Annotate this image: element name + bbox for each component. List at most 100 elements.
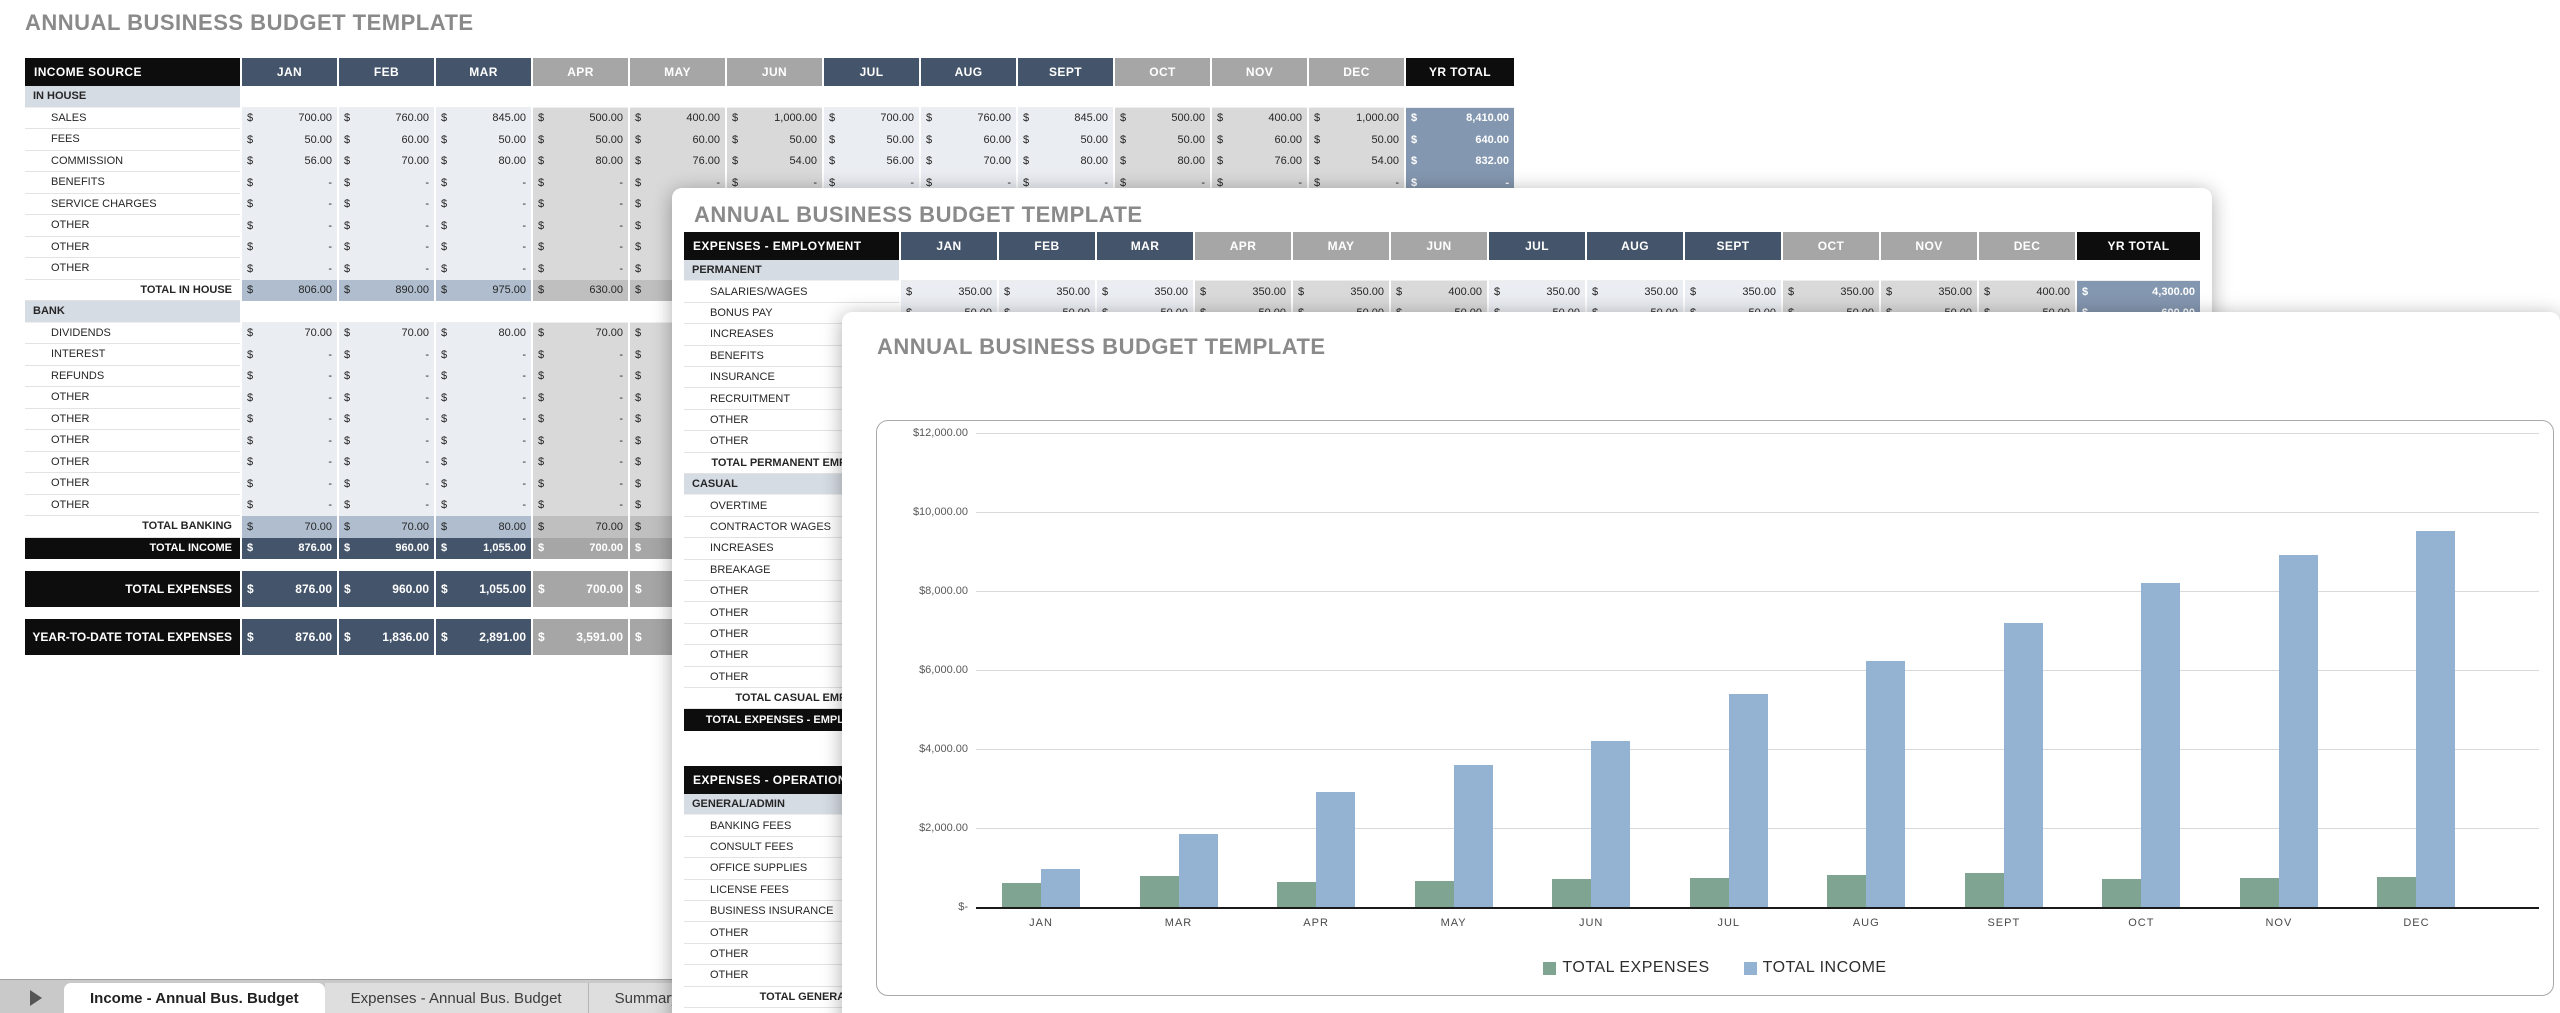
value-cell[interactable]: $ - — [436, 473, 531, 495]
value-cell[interactable]: $ - — [339, 473, 434, 495]
row-label[interactable]: PERMANENT — [684, 260, 899, 282]
value-cell[interactable] — [242, 86, 337, 108]
value-cell[interactable]: $350.00 — [1783, 281, 1879, 303]
value-cell[interactable] — [1293, 260, 1389, 282]
value-cell[interactable]: $80.00 — [533, 150, 628, 172]
value-cell[interactable]: $ - — [533, 408, 628, 430]
value-cell[interactable]: $80.00 — [1018, 150, 1113, 172]
value-cell[interactable]: $56.00 — [242, 150, 337, 172]
tab-scroll-arrow-icon[interactable] — [30, 990, 42, 1006]
value-cell[interactable]: $50.00 — [824, 129, 919, 151]
value-cell[interactable]: $ - — [339, 430, 434, 452]
value-cell[interactable]: $60.00 — [921, 129, 1016, 151]
value-cell[interactable]: $350.00 — [999, 281, 1095, 303]
value-cell[interactable]: $ - — [242, 451, 337, 473]
yr-total-cell[interactable]: $8,410.00 — [1406, 107, 1514, 129]
value-cell[interactable]: $ - — [533, 172, 628, 194]
value-cell[interactable]: $ - — [533, 258, 628, 280]
row-label[interactable]: OTHER — [25, 258, 240, 280]
value-cell[interactable]: $70.00 — [242, 516, 337, 538]
value-cell[interactable] — [921, 86, 1016, 108]
value-cell[interactable] — [436, 86, 531, 108]
value-cell[interactable]: $ - — [242, 430, 337, 452]
value-cell[interactable]: $ - — [339, 451, 434, 473]
value-cell[interactable]: $70.00 — [533, 516, 628, 538]
value-cell[interactable]: $760.00 — [339, 107, 434, 129]
value-cell[interactable] — [339, 86, 434, 108]
value-cell[interactable]: $50.00 — [727, 129, 822, 151]
value-cell[interactable]: $70.00 — [339, 150, 434, 172]
value-cell[interactable]: $700.00 — [824, 107, 919, 129]
value-cell[interactable]: $975.00 — [436, 279, 531, 301]
value-cell[interactable] — [824, 86, 919, 108]
value-cell[interactable] — [1097, 260, 1193, 282]
value-cell[interactable] — [1783, 260, 1879, 282]
value-cell[interactable]: $70.00 — [533, 322, 628, 344]
value-cell[interactable] — [1018, 86, 1113, 108]
value-cell[interactable] — [1391, 260, 1487, 282]
value-cell[interactable]: $54.00 — [1309, 150, 1404, 172]
row-label[interactable]: SALES — [25, 107, 240, 129]
value-cell[interactable]: $500.00 — [533, 107, 628, 129]
value-cell[interactable] — [630, 86, 725, 108]
yr-total-cell[interactable]: $640.00 — [1406, 129, 1514, 151]
row-label[interactable]: OTHER — [25, 236, 240, 258]
value-cell[interactable]: $960.00 — [339, 537, 434, 559]
value-cell[interactable]: $ - — [339, 494, 434, 516]
value-cell[interactable]: $80.00 — [1115, 150, 1210, 172]
value-cell[interactable]: $ - — [242, 494, 337, 516]
row-label[interactable]: COMMISSION — [25, 150, 240, 172]
row-label[interactable]: OTHER — [25, 408, 240, 430]
row-label[interactable]: BENEFITS — [25, 172, 240, 194]
value-cell[interactable]: $70.00 — [339, 322, 434, 344]
row-label[interactable]: FEES — [25, 129, 240, 151]
value-cell[interactable]: $50.00 — [1115, 129, 1210, 151]
value-cell[interactable]: $350.00 — [1587, 281, 1683, 303]
row-label[interactable]: REFUNDS — [25, 365, 240, 387]
value-cell[interactable]: $350.00 — [1097, 281, 1193, 303]
row-label[interactable]: TOTAL IN HOUSE — [25, 279, 240, 301]
value-cell[interactable]: $76.00 — [1212, 150, 1307, 172]
yr-total-cell[interactable]: $832.00 — [1406, 150, 1514, 172]
row-label[interactable]: TOTAL INCOME — [25, 537, 240, 559]
value-cell[interactable] — [901, 260, 997, 282]
value-cell[interactable]: $400.00 — [1391, 281, 1487, 303]
value-cell[interactable]: $1,000.00 — [1309, 107, 1404, 129]
value-cell[interactable]: $ - — [339, 408, 434, 430]
value-cell[interactable]: $ - — [339, 172, 434, 194]
value-cell[interactable]: $50.00 — [533, 129, 628, 151]
sheet-tab-expenses-annual-bus-budget[interactable]: Expenses - Annual Bus. Budget — [324, 983, 589, 1013]
value-cell[interactable]: $80.00 — [436, 150, 531, 172]
value-cell[interactable] — [1212, 86, 1307, 108]
value-cell[interactable]: $1,055.00 — [436, 537, 531, 559]
row-label[interactable]: OTHER — [25, 215, 240, 237]
row-label[interactable]: INTEREST — [25, 344, 240, 366]
value-cell[interactable]: $890.00 — [339, 279, 434, 301]
row-label[interactable]: OTHER — [25, 473, 240, 495]
value-cell[interactable]: $ - — [242, 344, 337, 366]
value-cell[interactable]: $70.00 — [339, 516, 434, 538]
value-cell[interactable]: $400.00 — [630, 107, 725, 129]
value-cell[interactable]: $ - — [533, 473, 628, 495]
value-cell[interactable]: $ - — [533, 344, 628, 366]
row-label[interactable]: OTHER — [25, 430, 240, 452]
value-cell[interactable]: $ - — [242, 215, 337, 237]
value-cell[interactable] — [1309, 86, 1404, 108]
value-cell[interactable] — [1685, 260, 1781, 282]
value-cell[interactable]: $80.00 — [436, 322, 531, 344]
value-cell[interactable]: $ - — [242, 258, 337, 280]
value-cell[interactable]: $60.00 — [1212, 129, 1307, 151]
value-cell[interactable]: $806.00 — [242, 279, 337, 301]
value-cell[interactable]: $ - — [339, 215, 434, 237]
value-cell[interactable]: $50.00 — [1309, 129, 1404, 151]
yr-total-cell[interactable] — [1406, 86, 1514, 108]
value-cell[interactable]: $400.00 — [1979, 281, 2075, 303]
value-cell[interactable]: $ - — [533, 494, 628, 516]
value-cell[interactable]: $960.00 — [339, 571, 434, 607]
value-cell[interactable]: $ - — [533, 193, 628, 215]
value-cell[interactable]: $ - — [436, 494, 531, 516]
value-cell[interactable] — [1587, 260, 1683, 282]
value-cell[interactable] — [436, 301, 531, 323]
value-cell[interactable]: $350.00 — [1293, 281, 1389, 303]
row-label[interactable]: OTHER — [25, 387, 240, 409]
